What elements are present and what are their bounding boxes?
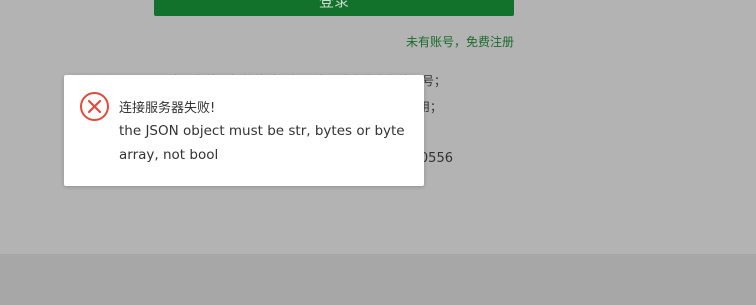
footer-background [0, 254, 756, 305]
error-circle-x-icon [79, 91, 110, 122]
register-link[interactable]: 未有账号，免费注册 [406, 33, 514, 50]
error-dialog: 连接服务器失败! the JSON object must be str, by… [64, 75, 424, 186]
dialog-message: the JSON object must be str, bytes or by… [119, 123, 405, 163]
page: 登录 未有账号，免费注册 为了您能更好的体验更新功能，请先绑定您的账号； 用； … [0, 0, 756, 305]
login-button[interactable]: 登录 [154, 0, 514, 16]
dialog-title: 连接服务器失败! [119, 101, 216, 116]
